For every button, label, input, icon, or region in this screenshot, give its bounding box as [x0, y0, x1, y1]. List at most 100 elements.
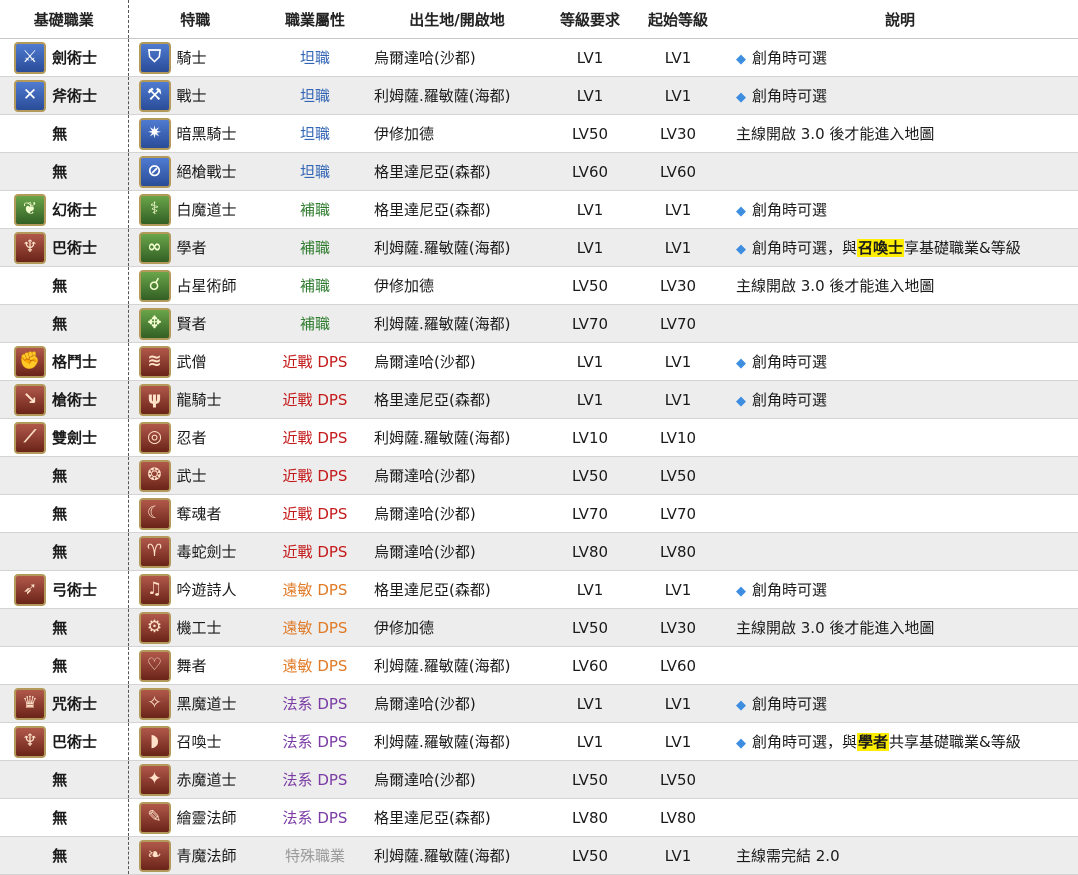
description-cell [722, 456, 1078, 495]
machinist-icon: ⚙ [138, 611, 171, 644]
description-text: 主線開啟 3.0 後才能進入地圖 [736, 619, 935, 637]
job-name: 占星術師 [176, 277, 237, 295]
header-origin: 出生地/開啟地 [368, 0, 546, 39]
origin-cell: 格里達尼亞(森都) [368, 380, 546, 419]
job-name: 黑魔道士 [176, 695, 237, 713]
table-row: 無 ✦ 赤魔道士 法系 DPS 烏爾達哈(沙都) LV50 LV50 [0, 760, 1078, 799]
level-req-cell: LV1 [546, 380, 634, 419]
description-text: 創角時可選 [752, 695, 828, 713]
description-text-after: 共享基礎職業&等級 [889, 733, 1021, 751]
role-cell: 法系 DPS [262, 722, 368, 761]
role-cell: 坦職 [262, 152, 368, 191]
role-cell: 補職 [262, 190, 368, 229]
job-cell: ⚕ 白魔道士 [128, 190, 262, 229]
table-row: 無 ☾ 奪魂者 近戰 DPS 烏爾達哈(沙都) LV70 LV70 [0, 494, 1078, 533]
table-row: ⟋ 雙劍士 ◎ 忍者 近戰 DPS 利姆薩.羅敏薩(海都) LV10 LV10 [0, 418, 1078, 457]
job-name: 吟遊詩人 [176, 581, 237, 599]
role-label: 補職 [299, 201, 330, 219]
diamond-bullet-icon: ◆ [736, 242, 746, 257]
table-row: ↘ 槍術士 ψ 龍騎士 近戰 DPS 格里達尼亞(森都) LV1 LV1 ◆ 創角時可選 [0, 380, 1078, 419]
warrior-icon: ⚒ [138, 79, 171, 112]
bard-icon: ♫ [138, 573, 171, 606]
origin-text: 伊修加德 [374, 277, 435, 295]
level-req-cell: LV1 [546, 342, 634, 381]
job-cell: ✦ 赤魔道士 [128, 760, 262, 799]
viper-icon: ♈ [138, 535, 171, 568]
job-name: 白魔道士 [176, 201, 237, 219]
origin-text: 格里達尼亞(森都) [374, 391, 491, 409]
dancer-icon: ♡ [138, 649, 171, 682]
job-cell: ✷ 暗黑騎士 [128, 114, 262, 153]
job-name: 學者 [176, 239, 207, 257]
diamond-bullet-icon: ◆ [736, 698, 746, 713]
header-level-req: 等級要求 [546, 0, 634, 39]
start-level-cell: LV1 [634, 228, 722, 267]
table-row: ♛ 咒術士 ✧ 黑魔道士 法系 DPS 烏爾達哈(沙都) LV1 LV1 ◆ 創角時可選 [0, 684, 1078, 723]
red-mage-icon: ✦ [138, 763, 171, 796]
description-cell [722, 798, 1078, 837]
origin-text: 利姆薩.羅敏薩(海都) [374, 87, 511, 105]
table-row: 無 ☌ 占星術師 補職 伊修加德 LV50 LV30 主線開啟 3.0 後才能進入地圖 [0, 266, 1078, 305]
highlighted-job-name: 學者 [857, 733, 890, 751]
start-level-cell: LV60 [634, 152, 722, 191]
table-row: ♆ 巴術士 ∞ 學者 補職 利姆薩.羅敏薩(海都) LV1 LV1 ◆ 創角時可選，與召喚士享基礎… [0, 228, 1078, 267]
table-row: 無 ⊘ 絕槍戰士 坦職 格里達尼亞(森都) LV60 LV60 [0, 152, 1078, 191]
table-row: 無 ✥ 賢者 補職 利姆薩.羅敏薩(海都) LV70 LV70 [0, 304, 1078, 343]
axe-icon: ✕ [14, 79, 46, 112]
level-req-cell: LV10 [546, 418, 634, 457]
level-req-cell: LV50 [546, 114, 634, 153]
origin-cell: 利姆薩.羅敏薩(海都) [368, 646, 546, 685]
job-name: 龍騎士 [176, 391, 222, 409]
role-cell: 近戰 DPS [262, 456, 368, 495]
base-job-cell: 無 [0, 152, 129, 191]
base-job-none: 無 [52, 505, 68, 523]
base-job-cell: ♛ 咒術士 [0, 684, 129, 723]
monk-icon: ≋ [138, 345, 171, 378]
job-table: 基礎職業 特職 職業屬性 出生地/開啟地 等級要求 起始等級 說明 ⚔ 劍術士 ⛉ 騎… [0, 0, 1078, 875]
level-req-cell: LV80 [546, 532, 634, 571]
job-cell: ♫ 吟遊詩人 [128, 570, 262, 609]
table-row: ♆ 巴術士 ◗ 召喚士 法系 DPS 利姆薩.羅敏薩(海都) LV1 LV1 ◆ 創角時可選，與學… [0, 722, 1078, 761]
job-cell: ⚙ 機工士 [128, 608, 262, 647]
origin-text: 烏爾達哈(沙都) [374, 695, 476, 713]
diamond-bullet-icon: ◆ [736, 736, 746, 751]
job-name: 繪靈法師 [176, 809, 237, 827]
base-job-name: 咒術士 [52, 695, 98, 713]
job-name: 騎士 [176, 49, 207, 67]
origin-cell: 伊修加德 [368, 266, 546, 305]
level-req-cell: LV1 [546, 684, 634, 723]
base-job-none: 無 [52, 125, 68, 143]
base-job-cell: 無 [0, 532, 129, 571]
description-cell [722, 304, 1078, 343]
base-job-cell: 無 [0, 304, 129, 343]
job-cell: ♡ 舞者 [128, 646, 262, 685]
role-cell: 補職 [262, 304, 368, 343]
header-start-level: 起始等級 [634, 0, 722, 39]
level-req-cell: LV1 [546, 76, 634, 115]
diamond-bullet-icon: ◆ [736, 584, 746, 599]
base-job-name: 雙劍士 [52, 429, 98, 447]
highlighted-job-name: 召喚士 [857, 239, 905, 257]
role-label: 坦職 [299, 49, 330, 67]
role-label: 坦職 [299, 87, 330, 105]
origin-cell: 格里達尼亞(森都) [368, 798, 546, 837]
start-level-cell: LV1 [634, 684, 722, 723]
description-text: 創角時可選 [752, 353, 828, 371]
base-job-name: 劍術士 [52, 49, 98, 67]
base-job-cell: ♆ 巴術士 [0, 722, 129, 761]
job-cell: ☌ 占星術師 [128, 266, 262, 305]
base-job-name: 巴術士 [52, 239, 98, 257]
role-label: 近戰 DPS [282, 429, 348, 447]
job-name: 絕槍戰士 [176, 163, 237, 181]
job-cell: ∞ 學者 [128, 228, 262, 267]
start-level-cell: LV60 [634, 646, 722, 685]
role-label: 近戰 DPS [282, 391, 348, 409]
origin-cell: 利姆薩.羅敏薩(海都) [368, 418, 546, 457]
start-level-cell: LV50 [634, 760, 722, 799]
role-label: 補職 [299, 315, 330, 333]
start-level-cell: LV30 [634, 266, 722, 305]
base-job-name: 斧術士 [52, 87, 98, 105]
role-label: 坦職 [299, 163, 330, 181]
job-name: 忍者 [176, 429, 207, 447]
level-req-cell: LV70 [546, 304, 634, 343]
